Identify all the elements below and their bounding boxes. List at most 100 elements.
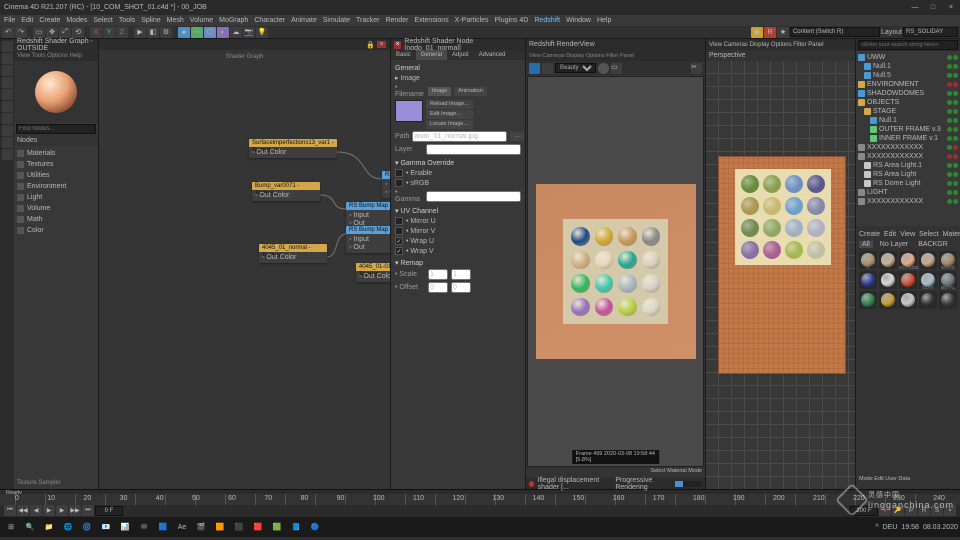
layout-dropdown[interactable]: RS_SOLIDAY [903,27,958,37]
deformer-icon[interactable]: ◐ [217,27,229,38]
goto-end-button[interactable]: ⏭ [82,505,94,516]
menu-animate[interactable]: Animate [291,17,317,24]
animation-subtab[interactable]: Animation [454,87,486,96]
menu-window[interactable]: Window [566,17,591,24]
menu-help[interactable]: Help [597,17,611,24]
taskbar-app[interactable]: 🟥 [249,519,267,535]
attr-tab-adjust[interactable]: Adjust [447,50,474,60]
render-settings-button[interactable]: ⚙ [160,27,172,38]
start-frame-input[interactable]: 0 F [95,506,123,516]
minimize-button[interactable]: — [910,4,920,11]
snap-icon[interactable] [2,137,13,148]
taskbar-app[interactable]: 🟧 [211,519,229,535]
menu-tools[interactable]: Tools [119,17,135,24]
object-row[interactable]: INNER FRAME v.1 [858,134,958,143]
material-swatch[interactable] [859,271,877,289]
object-row[interactable]: XXXXXXXXXXXX [858,143,958,152]
edit-image-button[interactable]: Edit Image... [426,110,473,119]
node-category-color[interactable]: Color [17,225,95,235]
gamma-input[interactable] [426,191,521,202]
taskbar-app[interactable]: 🔍 [21,519,39,535]
move-tool[interactable]: ✥ [46,27,58,38]
menu-mesh[interactable]: Mesh [167,17,184,24]
render-region-button[interactable]: ◧ [147,27,159,38]
tray-lang[interactable]: DEU [883,524,898,531]
material-swatch[interactable] [859,291,877,309]
wrapu-checkbox[interactable]: ✓ [395,237,403,245]
object-row[interactable]: XXXXXXXXXXXX [858,152,958,161]
render-crop-button[interactable]: ✂ [691,63,702,74]
viewport-solo-icon[interactable] [2,125,13,136]
locate-image-button[interactable]: Locate Image... [426,120,473,129]
object-search-input[interactable] [858,40,958,50]
menu-tracker[interactable]: Tracker [356,17,379,24]
model-mode-icon[interactable] [2,41,13,52]
graph-lock-icon[interactable]: 🔒 [366,41,375,49]
light-icon[interactable]: 💡 [256,27,268,38]
material-swatch[interactable] [879,291,897,309]
workplane-icon[interactable] [2,149,13,160]
material-swatch[interactable] [939,291,957,309]
node-category-light[interactable]: Light [17,192,95,202]
taskbar-app[interactable]: 🟦 [154,519,172,535]
menu-mograph[interactable]: MoGraph [219,17,248,24]
history-icon[interactable]: ◉ [751,27,763,38]
render-start-button[interactable] [529,63,540,74]
taskbar-app[interactable]: ✉ [135,519,153,535]
attr-footer-menu[interactable]: Mode Edit User Data [859,476,957,486]
prev-key-button[interactable]: ◀◀ [17,505,29,516]
node-n2[interactable]: Bump_var0071 - Texture◦ Out Color [252,182,320,201]
render-viewport[interactable]: Frame 499 2020-03-08 19:58:44 [5.8%] [527,76,704,467]
taskbar-app[interactable]: 📁 [40,519,58,535]
menu-modes[interactable]: Modes [66,17,87,24]
node-n1[interactable]: Surfaceimperfections13_var1 - Texture◦ O… [249,139,337,158]
attr-close-icon[interactable]: × [394,41,401,49]
attr-tab-advanced[interactable]: Advanced [474,50,511,60]
material-swatch[interactable] [899,271,917,289]
current-frame-input[interactable]: 200 F [850,506,878,516]
image-section[interactable]: ▸ Image [395,74,521,82]
shader-graph-canvas[interactable]: Shader Graph 🔒 × Surfaceimperfections13_… [99,39,390,489]
offset-x-input[interactable] [428,282,448,293]
timeline-ruler[interactable]: 0102030405060708090100110120130140150160… [0,494,960,505]
menu-simulate[interactable]: Simulate [323,17,350,24]
taskbar-app[interactable]: ⊞ [2,519,20,535]
rs-icon[interactable]: R [764,27,776,38]
poly-mode-icon[interactable] [2,101,13,112]
object-row[interactable]: RS Area Light.1 [858,161,958,170]
node-category-textures[interactable]: Textures [17,159,95,169]
taskbar-app[interactable]: 🎬 [192,519,210,535]
object-row[interactable]: XXXXXXXXXXXX [858,197,958,206]
object-row[interactable]: RS Area Light [858,170,958,179]
path-input[interactable] [412,131,507,142]
texture-swatch[interactable] [395,100,423,122]
render-view-menu[interactable]: View Cameras Display Options Filter Pane… [526,50,705,61]
material-swatch[interactable] [919,291,937,309]
node-n5[interactable]: RS Ramp◦ Input◦ Out Color [382,171,390,198]
render-region-button[interactable]: ▭ [611,63,622,74]
menu-volume[interactable]: Volume [190,17,213,24]
prev-frame-button[interactable]: ◀ [30,505,42,516]
node-category-math[interactable]: Math [17,214,95,224]
taskbar-app[interactable]: 🌐 [59,519,77,535]
object-row[interactable]: OBJECTS [858,98,958,107]
material-swatch[interactable]: OUTSIDE [899,251,917,269]
menu-extensions[interactable]: Extensions [414,17,448,24]
point-mode-icon[interactable] [2,77,13,88]
taskbar-app[interactable]: ⬛ [230,519,248,535]
srgb-checkbox[interactable] [395,179,403,187]
close-button[interactable]: × [946,4,956,11]
menu-create[interactable]: Create [39,17,60,24]
taskbar-app[interactable]: 📧 [97,519,115,535]
attr-tab-general[interactable]: General [416,50,447,60]
render-button[interactable]: ▶ [134,27,146,38]
enable-checkbox[interactable] [395,169,403,177]
menu-file[interactable]: File [4,17,15,24]
graph-close-icon[interactable]: × [377,41,386,48]
material-swatch[interactable] [879,271,897,289]
scale-tool[interactable]: ⤢ [59,27,71,38]
image-subtab[interactable]: Image [428,87,451,96]
remap-section[interactable]: ▾ Remap [395,259,521,267]
next-frame-button[interactable]: ▶ [56,505,68,516]
material-layer-tabs[interactable]: AllNo LayerBACKGR [859,239,957,249]
